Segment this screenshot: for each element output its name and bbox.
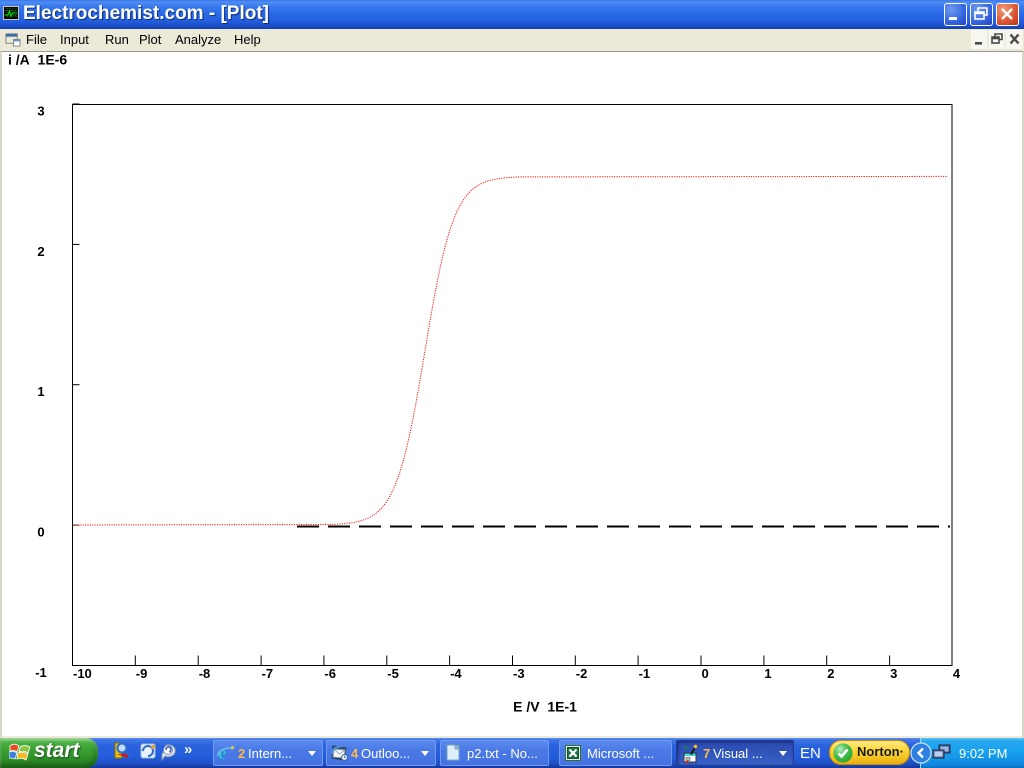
svg-text:-9: -9 — [136, 666, 148, 681]
svg-text:1: 1 — [37, 384, 44, 399]
svg-text:»: » — [184, 742, 192, 758]
svg-text:-2: -2 — [576, 666, 588, 681]
svg-text:0: 0 — [702, 666, 709, 681]
svg-text:4: 4 — [953, 666, 961, 681]
svg-text:e: e — [218, 743, 226, 763]
svg-text:1: 1 — [764, 666, 771, 681]
svg-text:-1: -1 — [639, 666, 651, 681]
svg-text:-7: -7 — [262, 666, 274, 681]
svg-text:-8: -8 — [199, 666, 211, 681]
svg-text:2: 2 — [827, 666, 834, 681]
svg-text:3: 3 — [37, 104, 44, 119]
svg-text:3: 3 — [890, 666, 897, 681]
svg-text:-5: -5 — [387, 666, 399, 681]
svg-text:-4: -4 — [450, 666, 462, 681]
svg-text:i /A 1E-6: i /A 1E-6 — [8, 52, 67, 68]
svg-text:2: 2 — [37, 244, 44, 259]
svg-text:-6: -6 — [324, 666, 336, 681]
svg-text:-3: -3 — [513, 666, 525, 681]
svg-text:0: 0 — [37, 525, 44, 540]
svg-text:-10: -10 — [73, 666, 92, 681]
svg-text:-1: -1 — [35, 665, 47, 680]
svg-text:E /V 1E-1: E /V 1E-1 — [513, 699, 577, 715]
